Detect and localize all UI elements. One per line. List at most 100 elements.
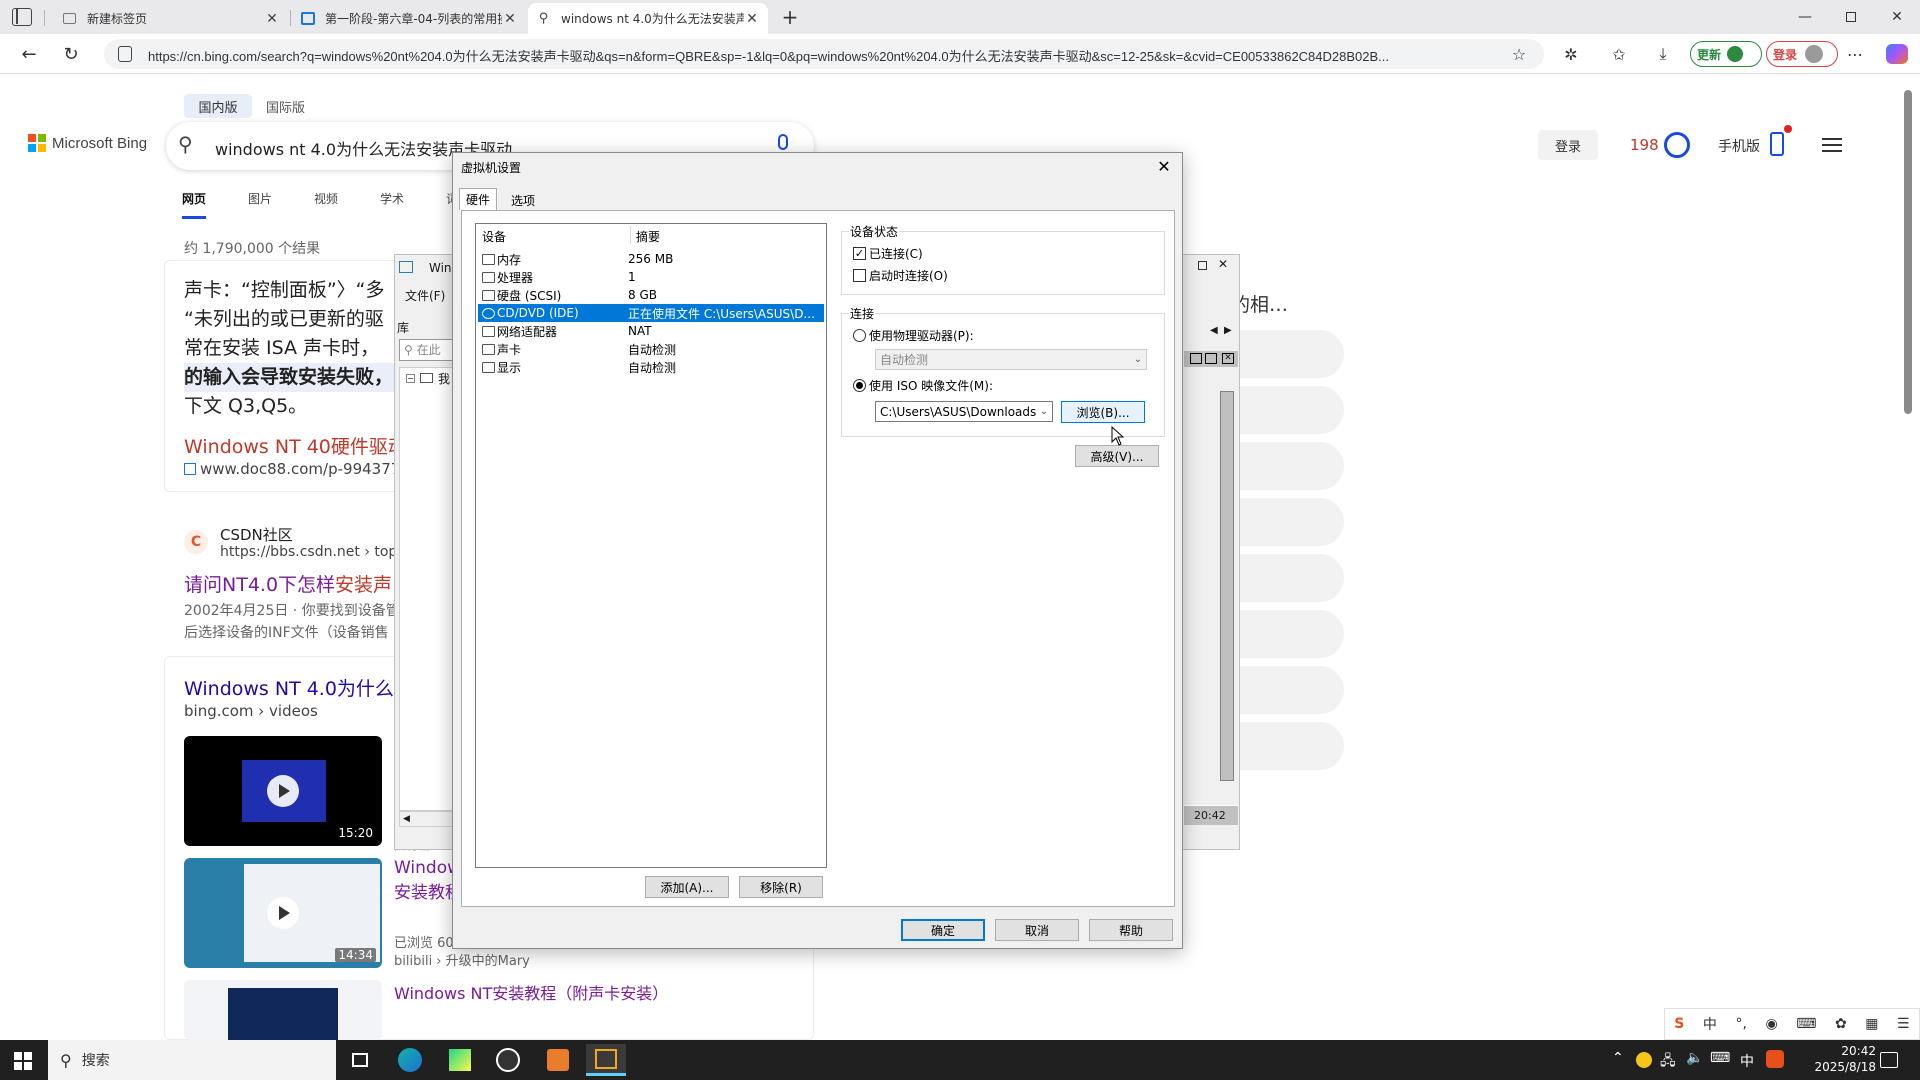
minimize-icon[interactable]: — <box>1782 0 1828 34</box>
tab-bing-search[interactable]: ⚲ windows nt 4.0为什么无法安装声 ✕ <box>528 3 768 34</box>
ime-indicator[interactable]: 中 <box>1740 1051 1754 1071</box>
video-section-title[interactable]: Windows NT 4.0为什么 <box>184 674 398 701</box>
column-header-device[interactable]: 设备 <box>482 228 506 245</box>
volume-icon[interactable]: 🔈 <box>1686 1050 1703 1066</box>
bing-logo[interactable]: Microsoft Bing <box>28 134 147 152</box>
page-info-icon[interactable] <box>118 46 132 62</box>
media-player-app-icon[interactable] <box>488 1044 528 1076</box>
sogou-tray-icon[interactable] <box>1766 1050 1784 1068</box>
tray-overflow-icon[interactable]: ⌃ <box>1612 1050 1624 1066</box>
scope-intl-tab[interactable]: 国际版 <box>266 94 305 118</box>
downloads-icon[interactable]: ⤓ <box>1650 42 1676 66</box>
vmware-app-icon[interactable] <box>586 1044 626 1076</box>
rewards-points[interactable]: 198 <box>1630 136 1659 154</box>
remove-device-button[interactable]: 移除(R) <box>739 876 823 898</box>
pycharm-app-icon[interactable] <box>440 1044 480 1076</box>
vm-menu-file[interactable]: 文件(F) <box>405 287 445 304</box>
browse-button[interactable]: 浏览(B)... <box>1061 401 1145 423</box>
keyboard-icon[interactable]: ⌨ <box>1796 1016 1816 1032</box>
device-list[interactable]: 设备 摘要 内存 256 MB 处理器 1 硬盘 (SCSI) 8 GB CD/… <box>475 223 827 868</box>
video-2-title-b[interactable]: 安装教程 <box>394 878 452 903</box>
connected-checkbox[interactable]: ✓ 已连接(C) <box>853 245 923 262</box>
url-field[interactable]: https://cn.bing.com/search?q=windows%20n… <box>104 39 1544 69</box>
vm-restore-icon[interactable] <box>1198 261 1207 270</box>
windows-start-icon[interactable] <box>14 1052 32 1070</box>
device-row-processor[interactable]: 处理器 1 <box>478 268 824 286</box>
use-physical-drive-radio[interactable]: 使用物理驱动器(P): <box>853 327 974 344</box>
back-icon[interactable]: ← <box>14 40 44 68</box>
copilot-icon[interactable] <box>1886 44 1908 64</box>
device-row-cd-dvd[interactable]: CD/DVD (IDE) 正在使用文件 C:\Users\ASUS\D... <box>478 304 824 322</box>
device-row-sound-card[interactable]: 声卡 自动检测 <box>478 340 824 358</box>
device-row-network-adapter[interactable]: 网络适配器 NAT <box>478 322 824 340</box>
video-thumbnail-2[interactable]: 14:34 <box>184 858 382 968</box>
device-row-memory[interactable]: 内存 256 MB <box>478 250 824 268</box>
tab-videos[interactable]: 视频 <box>314 190 338 219</box>
office-app-icon[interactable] <box>538 1044 578 1076</box>
vm-tab-left-icon[interactable]: ◀ <box>1210 325 1218 336</box>
taskbar-search[interactable]: ⚲ 搜索 <box>48 1040 336 1080</box>
close-window-icon[interactable]: ✕ <box>1874 0 1920 34</box>
bing-login-button[interactable]: 登录 <box>1538 130 1598 160</box>
connect-at-power-on-checkbox[interactable]: 启动时连接(O) <box>853 267 948 284</box>
result-title-link[interactable]: 请问NT4.0下怎样安装声 <box>184 570 398 597</box>
vm-library-hscroll[interactable]: ◀ <box>399 811 455 827</box>
tab-academic[interactable]: 学术 <box>380 190 404 219</box>
phone-icon[interactable] <box>1770 132 1784 156</box>
extensions-icon[interactable]: ✲ <box>1558 42 1584 66</box>
page-scrollbar[interactable] <box>1904 90 1912 414</box>
guest-minimize-icon[interactable] <box>1190 353 1202 364</box>
profile-login-button[interactable]: 登录 <box>1766 41 1838 67</box>
tab-web[interactable]: 网页 <box>182 190 207 219</box>
tab-new-tab[interactable]: 新建标签页 ✕ <box>54 3 288 34</box>
guest-close-icon[interactable]: ✕ <box>1222 353 1234 364</box>
column-header-summary[interactable]: 摘要 <box>636 228 660 245</box>
microphone-icon[interactable] <box>778 134 788 150</box>
restore-icon[interactable] <box>1828 0 1874 34</box>
ok-button[interactable]: 确定 <box>901 919 985 941</box>
close-icon[interactable]: ✕ <box>264 11 280 27</box>
edge-app-icon[interactable] <box>390 1044 430 1076</box>
use-iso-file-radio[interactable]: 使用 ISO 映像文件(M): <box>853 377 993 394</box>
device-row-display[interactable]: 显示 自动检测 <box>478 358 824 376</box>
mobile-link[interactable]: 手机版 <box>1718 136 1760 156</box>
favorite-star-icon[interactable]: ☆ <box>1506 42 1532 66</box>
vm-tab-right-icon[interactable]: ▶ <box>1224 325 1232 336</box>
tab-actions-icon[interactable] <box>12 8 32 26</box>
chevron-down-icon[interactable]: ⌄ <box>1036 402 1052 421</box>
close-icon[interactable]: ✕ <box>744 11 760 27</box>
advanced-button[interactable]: 高级(V)... <box>1075 445 1159 467</box>
iso-path-combo[interactable]: C:\Users\ASUS\Downloads\2 ⌄ <box>875 401 1053 422</box>
guest-maximize-icon[interactable] <box>1205 353 1217 364</box>
add-device-button[interactable]: 添加(A)... <box>645 876 729 898</box>
help-button[interactable]: 帮助 <box>1089 919 1173 941</box>
favorites-icon[interactable]: ✩ <box>1606 42 1632 66</box>
video-2-title-a[interactable]: Window <box>394 858 452 878</box>
tree-expander-icon[interactable]: − <box>406 374 415 383</box>
tab-hardware[interactable]: 硬件 <box>459 188 498 210</box>
new-tab-button[interactable]: + <box>778 4 802 30</box>
guest-vscroll[interactable] <box>1220 391 1234 781</box>
voice-icon[interactable]: ◉ <box>1765 1016 1777 1032</box>
skin-icon[interactable]: ✿ <box>1835 1016 1847 1032</box>
sogou-icon[interactable]: S <box>1674 1016 1684 1032</box>
close-icon[interactable]: ✕ <box>1152 155 1176 177</box>
tab-options[interactable]: 选项 <box>505 190 541 210</box>
ime-mode-icon[interactable]: 中 <box>1703 1014 1717 1034</box>
network-icon[interactable]: 🖧 <box>1660 1050 1676 1074</box>
scope-cn-tab[interactable]: 国内版 <box>184 94 252 118</box>
video-thumbnail-3[interactable] <box>184 980 382 1040</box>
vm-library-search[interactable]: ⚲ 在此 <box>399 339 455 361</box>
video-3-title[interactable]: Windows NT安装教程（附声卡安装） <box>394 980 668 1004</box>
rewards-icon[interactable] <box>1664 132 1690 158</box>
ime-menu-icon[interactable]: ☰ <box>1897 1016 1910 1032</box>
task-view-icon[interactable] <box>340 1044 380 1076</box>
device-row-hard-disk[interactable]: 硬盘 (SCSI) 8 GB <box>478 286 824 304</box>
video-thumbnail-1[interactable]: 15:20 <box>184 736 382 846</box>
touch-keyboard-icon[interactable]: ⌨ <box>1710 1050 1730 1066</box>
notification-center-icon[interactable] <box>1880 1052 1898 1068</box>
vm-close-icon[interactable]: ✕ <box>1218 257 1228 271</box>
answer-source-link[interactable]: Windows NT 40硬件驱动 <box>184 432 398 459</box>
more-menu-icon[interactable]: ⋯ <box>1842 42 1868 66</box>
close-icon[interactable]: ✕ <box>502 11 518 27</box>
